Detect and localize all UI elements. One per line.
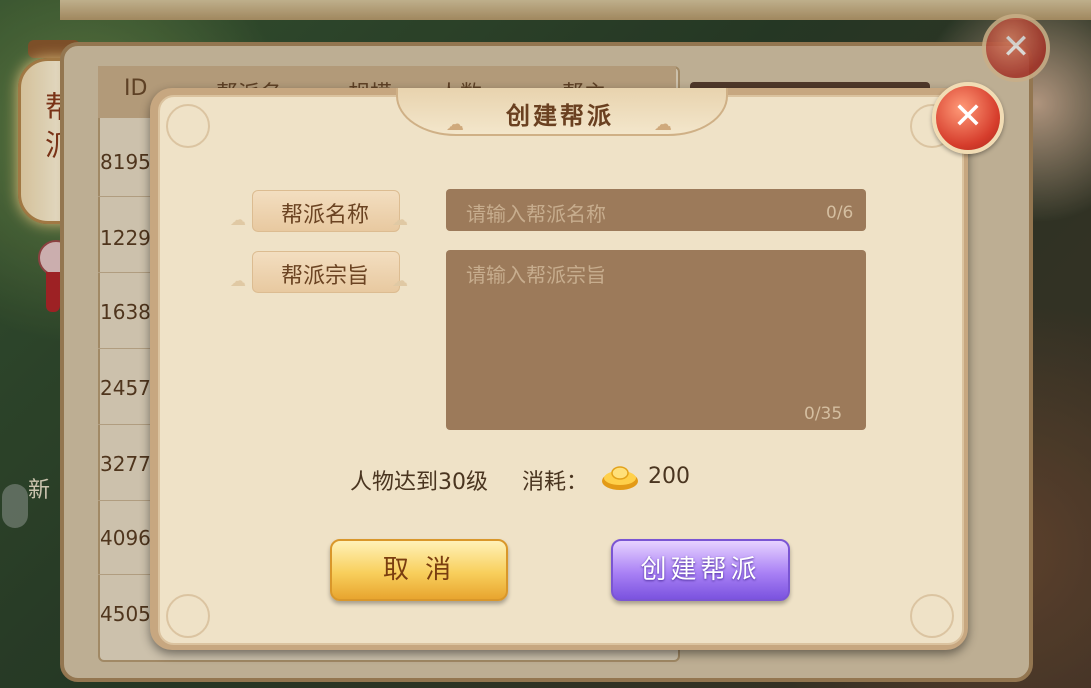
close-button[interactable]: ✕ [932,82,1004,154]
cost-label: 消耗： [522,470,589,495]
cancel-button[interactable]: 取 消 [330,539,508,601]
guild-name-label: 帮派名称 [280,203,369,228]
cloud-ornament-icon: ☁ [230,271,246,290]
cost-value: 200 [648,464,690,489]
cloud-ornament-icon: ☁ [230,210,246,229]
create-guild-button[interactable]: 创建帮派 [611,539,790,601]
guild-name-placeholder: 请输入帮派名称 [466,202,606,226]
corner-ornament-icon [166,594,210,638]
guild-name-counter: 0/6 [826,203,854,223]
corner-ornament-icon [910,594,954,638]
dialog-title: 创建帮派 [506,102,614,130]
corner-ornament-icon [166,104,210,148]
guild-motto-counter: 0/35 [804,404,843,424]
guild-motto-label: 帮派宗旨 [280,264,369,289]
guild-motto-placeholder: 请输入帮派宗旨 [466,263,606,287]
level-requirement: 人物达到30级 [350,470,488,495]
gold-ingot-icon [602,466,638,490]
close-icon: ✕ [952,96,984,137]
